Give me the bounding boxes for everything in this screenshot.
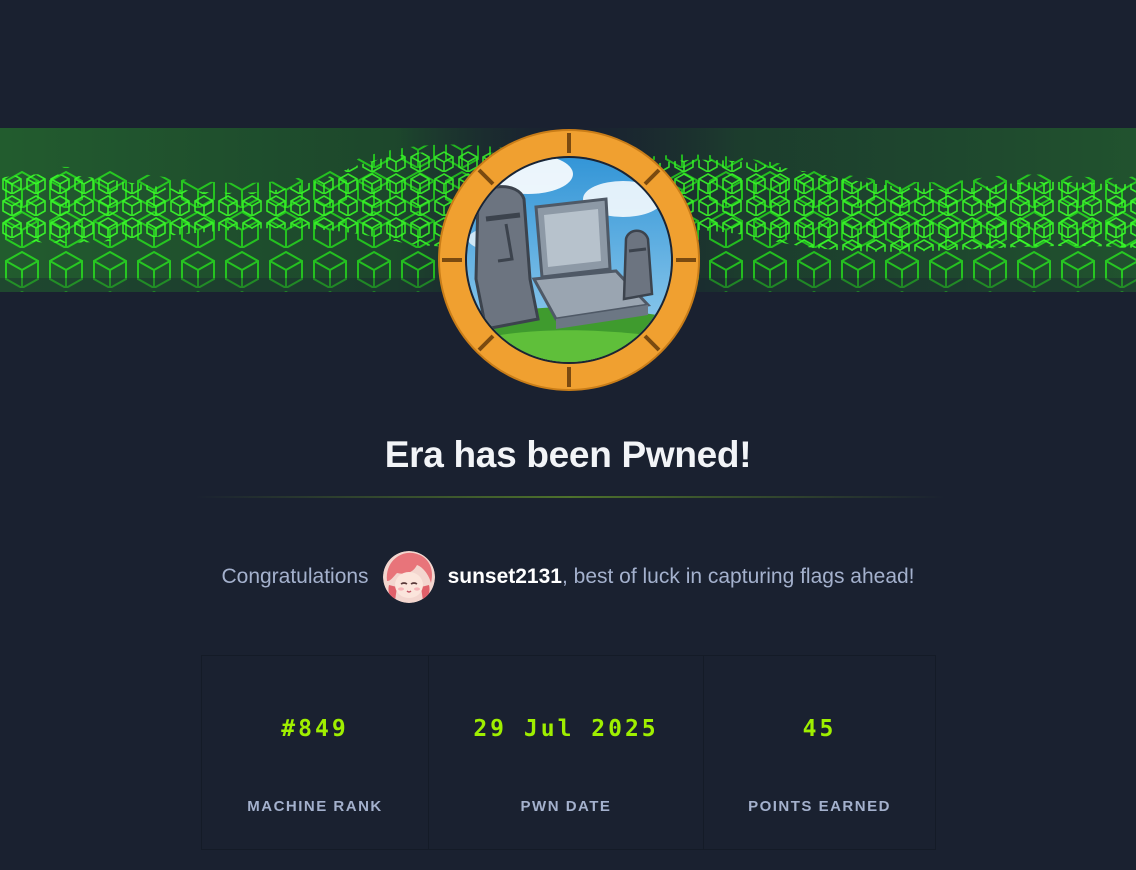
page-title: Era has been Pwned!: [384, 434, 752, 475]
title-divider: [195, 496, 945, 498]
points-earned-label: POINTS EARNED: [748, 798, 891, 815]
username-link[interactable]: sunset2131: [448, 565, 562, 589]
stats-panel: #849 MACHINE RANK 29 Jul 2025 PWN DATE 4…: [201, 655, 936, 850]
avatar-icon: [382, 551, 435, 603]
congrats-prefix: Congratulations: [221, 565, 369, 588]
stat-machine-rank: #849 MACHINE RANK: [201, 655, 429, 850]
machine-logo-icon: [438, 129, 700, 391]
stat-pwn-date: 29 Jul 2025 PWN DATE: [429, 655, 704, 850]
machine-rank-label: MACHINE RANK: [247, 798, 383, 815]
user-avatar[interactable]: [382, 551, 435, 603]
machine-rank-value: #849: [281, 716, 349, 742]
machine-badge: [438, 129, 700, 391]
stat-points-earned: 45 POINTS EARNED: [704, 655, 936, 850]
pwn-date-label: PWN DATE: [520, 798, 612, 815]
points-earned-value: 45: [802, 716, 837, 742]
congrats-suffix: , best of luck in capturing flags ahead!: [561, 565, 915, 588]
congratulations-line: Congratulations sunset2131, best of luck…: [0, 549, 1136, 605]
pwn-date-value: 29 Jul 2025: [473, 716, 659, 742]
